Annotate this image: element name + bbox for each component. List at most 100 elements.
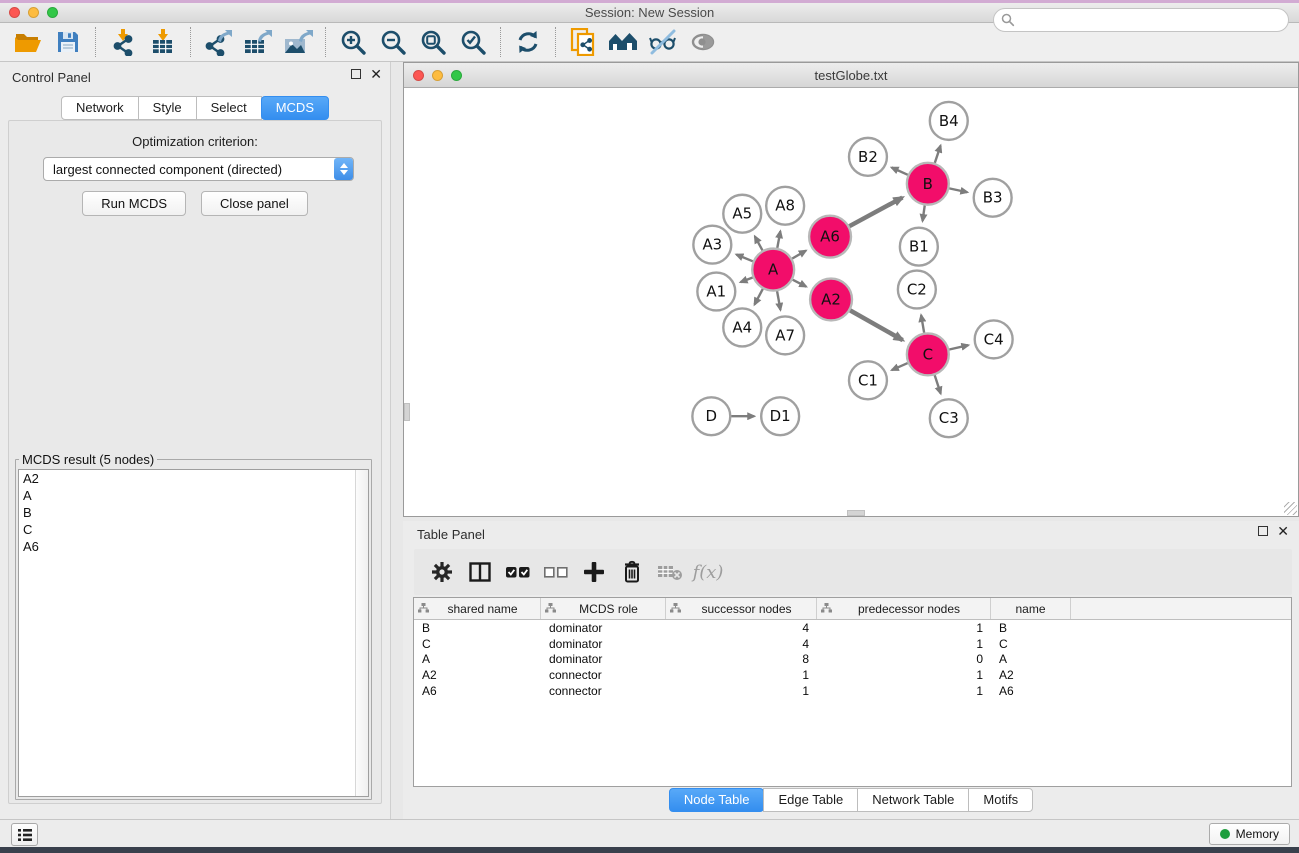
graph-node-A2[interactable]: A2 [810,279,852,321]
tab-mcds[interactable]: MCDS [261,96,329,120]
refresh-network-icon[interactable] [508,26,548,58]
close-panel-icon[interactable]: ✕ [370,69,382,79]
table-cell[interactable]: connector [541,668,666,682]
graph-edge-A-A7[interactable] [777,291,780,310]
table-row[interactable]: A2connector11A2 [414,667,1291,683]
zoom-selected-icon[interactable] [453,26,493,58]
table-cell[interactable]: A6 [414,684,541,698]
graph-edge-A2-C[interactable] [850,310,903,340]
column-header-predecessor-nodes[interactable]: predecessor nodes [817,598,991,619]
table-cell[interactable]: 1 [817,668,991,682]
table-cell[interactable]: 0 [817,652,991,666]
table-cell[interactable]: 4 [666,621,817,635]
column-header-MCDS-role[interactable]: MCDS role [541,598,666,619]
table-cell[interactable]: dominator [541,621,666,635]
graph-node-D1[interactable]: D1 [761,397,799,435]
tab-node-table[interactable]: Node Table [669,788,765,812]
split-columns-icon[interactable] [466,557,494,587]
close-panel-button[interactable]: Close panel [201,191,308,216]
table-cell[interactable]: A2 [991,668,1071,682]
graph-edge-A-A8[interactable] [777,231,780,248]
graph-node-A5[interactable]: A5 [723,195,761,233]
graph-edge-C-C1[interactable] [892,363,908,370]
table-cell[interactable]: 1 [817,684,991,698]
graph-node-C[interactable]: C [907,333,949,375]
table-row[interactable]: Bdominator41B [414,620,1291,636]
tab-motifs[interactable]: Motifs [968,788,1033,812]
network-canvas[interactable]: B4 B2 B B3 A5 A8 A6 A3 B1 A A1 C2 A2 [404,88,1298,516]
export-table-icon[interactable] [238,26,278,58]
table-cell[interactable]: dominator [541,637,666,651]
mcds-result-item[interactable]: A [19,487,368,504]
graph-edge-A-A6[interactable] [792,251,806,259]
graph-node-C4[interactable]: C4 [975,320,1013,358]
table-cell[interactable]: B [414,621,541,635]
graph-edge-C-C3[interactable] [935,375,941,393]
memory-button[interactable]: Memory [1209,823,1290,845]
open-folder-icon[interactable] [8,26,48,58]
graph-node-A4[interactable]: A4 [723,308,761,346]
add-column-icon[interactable] [580,557,608,587]
graph-node-A1[interactable]: A1 [697,273,735,311]
zoom-in-icon[interactable] [333,26,373,58]
import-network-icon[interactable] [103,26,143,58]
graph-node-B[interactable]: B [907,163,949,205]
graph-edge-B-B4[interactable] [935,146,941,163]
window-resize-grip[interactable] [1284,502,1297,515]
run-mcds-button[interactable]: Run MCDS [82,191,186,216]
graph-node-A[interactable]: A [752,249,794,291]
criterion-dropdown[interactable]: largest connected component (directed) [43,157,354,181]
tab-network[interactable]: Network [61,96,139,120]
graph-edge-C-C4[interactable] [949,345,968,349]
table-cell[interactable]: 8 [666,652,817,666]
tab-style[interactable]: Style [138,96,197,120]
column-header-successor-nodes[interactable]: successor nodes [666,598,817,619]
mcds-result-item[interactable]: C [19,521,368,538]
graph-node-D[interactable]: D [692,397,730,435]
export-network-icon[interactable] [198,26,238,58]
search-input[interactable] [993,8,1289,32]
tab-edge-table[interactable]: Edge Table [763,788,858,812]
table-cell[interactable]: 1 [666,684,817,698]
table-cell[interactable]: 4 [666,637,817,651]
graph-edge-B-B3[interactable] [949,188,967,192]
table-cell[interactable]: B [991,621,1071,635]
save-session-icon[interactable] [48,26,88,58]
table-row[interactable]: A6connector11A6 [414,683,1291,699]
graph-node-B2[interactable]: B2 [849,138,887,176]
select-all-checkboxes-icon[interactable] [504,557,532,587]
table-cell[interactable]: 1 [817,637,991,651]
graph-edge-A-A3[interactable] [736,255,752,262]
graph-edge-B-B1[interactable] [923,206,925,221]
zoom-fit-icon[interactable] [413,26,453,58]
table-cell[interactable]: 1 [666,668,817,682]
graph-edge-A-A5[interactable] [755,236,763,250]
zoom-out-icon[interactable] [373,26,413,58]
home-layout-icon[interactable] [603,26,643,58]
table-cell[interactable]: A [414,652,541,666]
settings-gear-icon[interactable] [428,557,456,587]
table-cell[interactable]: dominator [541,652,666,666]
clone-network-icon[interactable] [563,26,603,58]
table-cell[interactable]: C [991,637,1071,651]
graph-node-A8[interactable]: A8 [766,187,804,225]
graph-edge-A6-B[interactable] [849,198,902,227]
table-cell[interactable]: A6 [991,684,1071,698]
network-horizontal-scrollbar[interactable] [847,510,865,516]
graph-node-B3[interactable]: B3 [974,179,1012,217]
network-vertical-scrollbar[interactable] [404,403,410,421]
graph-edge-A-A4[interactable] [755,289,763,305]
table-cell[interactable]: connector [541,684,666,698]
mcds-result-item[interactable]: B [19,504,368,521]
graph-edge-B-B2[interactable] [892,168,908,175]
table-row[interactable]: Adominator80A [414,652,1291,668]
float-panel-icon[interactable] [351,69,361,79]
graph-node-B1[interactable]: B1 [900,228,938,266]
graph-node-A6[interactable]: A6 [809,216,851,258]
graph-node-C3[interactable]: C3 [930,399,968,437]
mcds-result-item[interactable]: A6 [19,538,368,555]
task-history-button[interactable] [11,823,38,846]
column-header-name[interactable]: name [991,598,1071,619]
table-row[interactable]: Cdominator41C [414,636,1291,652]
graph-node-B4[interactable]: B4 [930,102,968,140]
